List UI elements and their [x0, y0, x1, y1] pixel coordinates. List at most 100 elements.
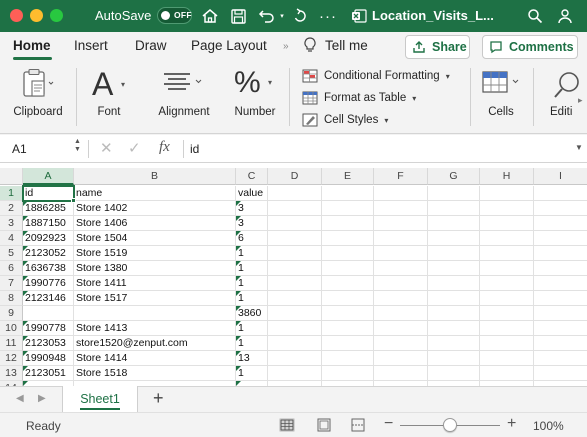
- cell-e1[interactable]: [322, 186, 374, 201]
- cell-d13[interactable]: [268, 366, 322, 381]
- font-button[interactable]: A ▾ Font: [84, 62, 134, 132]
- tab-insert[interactable]: Insert: [74, 38, 108, 53]
- more-tabs-icon[interactable]: »: [283, 41, 289, 52]
- cell-f1[interactable]: [374, 186, 428, 201]
- alignment-button[interactable]: Alignment: [150, 62, 218, 132]
- cell-h11[interactable]: [480, 336, 534, 351]
- cell-g8[interactable]: [428, 291, 480, 306]
- cell-a9[interactable]: [23, 306, 74, 321]
- cell-e5[interactable]: [322, 246, 374, 261]
- insert-function-icon[interactable]: fx: [159, 139, 170, 156]
- fill-handle[interactable]: [71, 198, 76, 203]
- cell-g10[interactable]: [428, 321, 480, 336]
- cell-f4[interactable]: [374, 231, 428, 246]
- cell-h2[interactable]: [480, 201, 534, 216]
- cell-e12[interactable]: [322, 351, 374, 366]
- cell-h10[interactable]: [480, 321, 534, 336]
- cell-d11[interactable]: [268, 336, 322, 351]
- cell-h7[interactable]: [480, 276, 534, 291]
- cell-a12[interactable]: 1990948: [23, 351, 74, 366]
- cell-c10[interactable]: 1: [236, 321, 268, 336]
- column-header-h[interactable]: H: [480, 168, 534, 185]
- cell-f5[interactable]: [374, 246, 428, 261]
- cell-i4[interactable]: [534, 231, 587, 246]
- column-header-g[interactable]: G: [428, 168, 480, 185]
- tab-draw[interactable]: Draw: [135, 38, 167, 53]
- row-header[interactable]: 9: [0, 306, 23, 321]
- spreadsheet-grid[interactable]: A B C D E F G H I 1 id name value 2 1886285 Store 1402 3…: [0, 163, 587, 386]
- cell-b11[interactable]: store1520@zenput.com: [74, 336, 236, 351]
- zoom-slider-handle[interactable]: [443, 418, 457, 432]
- cell-i9[interactable]: [534, 306, 587, 321]
- cell-d12[interactable]: [268, 351, 322, 366]
- cell-g13[interactable]: [428, 366, 480, 381]
- cells-button[interactable]: Cells: [475, 62, 527, 132]
- cell-i2[interactable]: [534, 201, 587, 216]
- row-header[interactable]: 1: [0, 186, 23, 201]
- row-header[interactable]: 12: [0, 351, 23, 366]
- formula-content[interactable]: id: [190, 142, 199, 156]
- cell-f11[interactable]: [374, 336, 428, 351]
- cell-i13[interactable]: [534, 366, 587, 381]
- cell-c9[interactable]: 3860: [236, 306, 268, 321]
- cell-a8[interactable]: 2123146: [23, 291, 74, 306]
- cell-c3[interactable]: 3: [236, 216, 268, 231]
- cell-d5[interactable]: [268, 246, 322, 261]
- cell-a2[interactable]: 1886285: [23, 201, 74, 216]
- cell-f3[interactable]: [374, 216, 428, 231]
- cell-e13[interactable]: [322, 366, 374, 381]
- cell-h9[interactable]: [480, 306, 534, 321]
- cell-c7[interactable]: 1: [236, 276, 268, 291]
- cell-a3[interactable]: 1887150: [23, 216, 74, 231]
- cell-e10[interactable]: [322, 321, 374, 336]
- row-header[interactable]: 4: [0, 231, 23, 246]
- cell-b4[interactable]: Store 1504: [74, 231, 236, 246]
- cell-b6[interactable]: Store 1380: [74, 261, 236, 276]
- name-box-stepper-icon[interactable]: ▲ ▼: [74, 138, 81, 154]
- cell-e7[interactable]: [322, 276, 374, 291]
- cell-h1[interactable]: [480, 186, 534, 201]
- row-header[interactable]: 5: [0, 246, 23, 261]
- zoom-in-button[interactable]: +: [507, 415, 516, 433]
- cell-h5[interactable]: [480, 246, 534, 261]
- cell-g9[interactable]: [428, 306, 480, 321]
- column-header-b[interactable]: B: [74, 168, 236, 185]
- cell-e3[interactable]: [322, 216, 374, 231]
- cell-a13[interactable]: 2123051: [23, 366, 74, 381]
- cell-c13[interactable]: 1: [236, 366, 268, 381]
- tab-page-layout[interactable]: Page Layout: [191, 38, 267, 53]
- clipboard-button[interactable]: Clipboard: [8, 62, 68, 132]
- cell-f2[interactable]: [374, 201, 428, 216]
- cell-b5[interactable]: Store 1519: [74, 246, 236, 261]
- cell-d7[interactable]: [268, 276, 322, 291]
- redo-icon[interactable]: [290, 6, 310, 26]
- home-icon[interactable]: [200, 6, 220, 26]
- column-header-i[interactable]: I: [534, 168, 587, 185]
- cell-b9[interactable]: [74, 306, 236, 321]
- cell-b13[interactable]: Store 1518: [74, 366, 236, 381]
- tell-me-search[interactable]: Tell me: [325, 38, 368, 53]
- cell-i10[interactable]: [534, 321, 587, 336]
- cell-c8[interactable]: 1: [236, 291, 268, 306]
- share-button[interactable]: Share: [405, 35, 470, 59]
- zoom-percentage[interactable]: 100%: [533, 419, 564, 433]
- minimize-window-button[interactable]: [30, 9, 43, 22]
- column-header-a[interactable]: A: [23, 168, 74, 185]
- cell-e2[interactable]: [322, 201, 374, 216]
- cell-i6[interactable]: [534, 261, 587, 276]
- scroll-left-icon[interactable]: ◀: [16, 393, 24, 404]
- user-icon[interactable]: [556, 6, 574, 26]
- row-header[interactable]: 10: [0, 321, 23, 336]
- cell-c1[interactable]: value: [236, 186, 268, 201]
- cell-a6[interactable]: 1636738: [23, 261, 74, 276]
- tab-home[interactable]: Home: [13, 38, 51, 53]
- cell-i12[interactable]: [534, 351, 587, 366]
- ribbon-scroll-right-icon[interactable]: ▸: [578, 95, 583, 106]
- save-icon[interactable]: [228, 6, 248, 26]
- cell-h8[interactable]: [480, 291, 534, 306]
- cell-a4[interactable]: 2092923: [23, 231, 74, 246]
- cell-g11[interactable]: [428, 336, 480, 351]
- cell-e4[interactable]: [322, 231, 374, 246]
- cell-c4[interactable]: 6: [236, 231, 268, 246]
- search-icon[interactable]: [526, 6, 544, 26]
